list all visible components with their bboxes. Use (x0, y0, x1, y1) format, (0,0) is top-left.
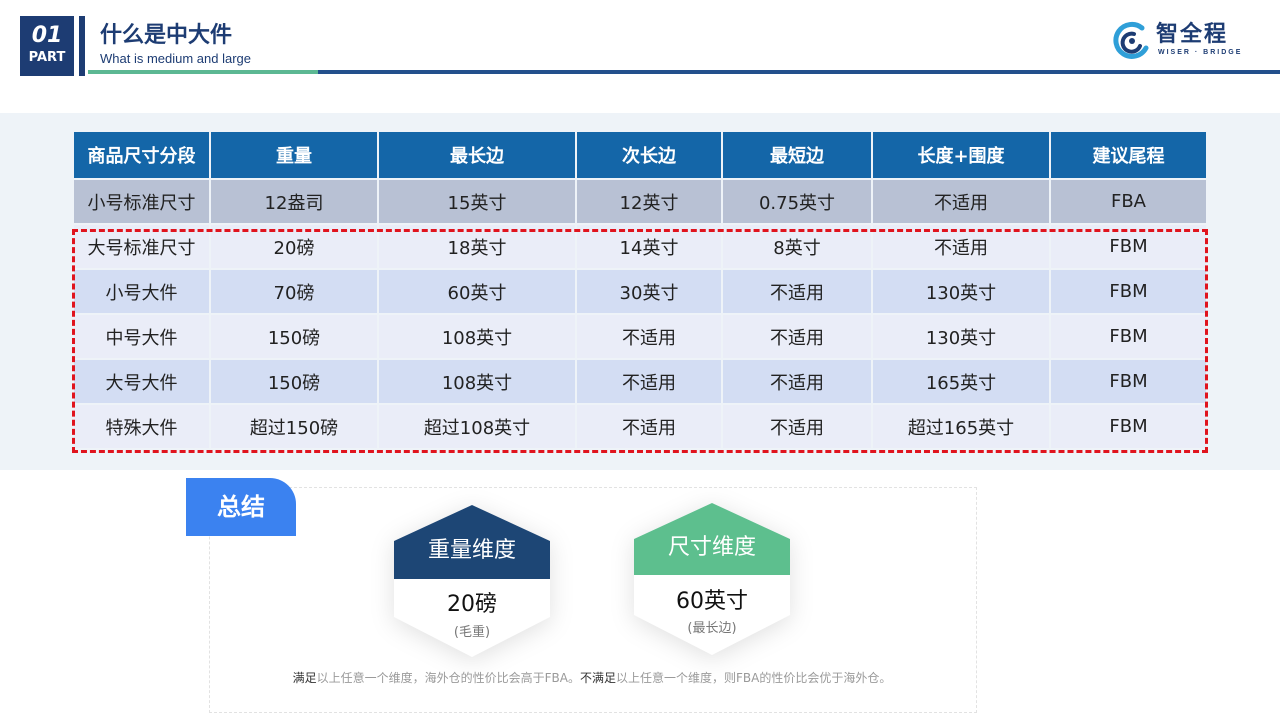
page-subtitle: What is medium and large (100, 51, 252, 66)
table-cell: 150磅 (211, 360, 377, 403)
table-row: 小号标准尺寸 12盎司 15英寸 12英寸 0.75英寸 不适用 FBA (74, 180, 1206, 223)
table-cell: 108英寸 (379, 315, 575, 358)
table-cell: 小号标准尺寸 (74, 180, 209, 223)
header-longest-side: 最长边 (379, 132, 575, 178)
table-cell: 中号大件 (74, 315, 209, 358)
part-number: 01 (31, 23, 63, 48)
table-cell: 不适用 (873, 180, 1049, 223)
table-cell: 大号标准尺寸 (74, 225, 209, 268)
table-cell: 超过108英寸 (379, 405, 575, 448)
table-cell: 14英寸 (577, 225, 721, 268)
table-cell: 108英寸 (379, 360, 575, 403)
table-row: 大号大件 150磅 108英寸 不适用 不适用 165英寸 FBM (74, 360, 1206, 403)
table-cell: 不适用 (577, 315, 721, 358)
logo-subtext: WISER · BRIDGE (1158, 49, 1243, 56)
logo-swirl-icon (1113, 21, 1149, 59)
header-last-mile: 建议尾程 (1051, 132, 1206, 178)
header-length-girth: 长度+围度 (873, 132, 1049, 178)
table-cell: FBM (1051, 315, 1206, 358)
table-cell: FBA (1051, 180, 1206, 223)
table-cell: FBM (1051, 360, 1206, 403)
header-divider-blue (318, 70, 1280, 74)
table-cell: 小号大件 (74, 270, 209, 313)
table-cell: FBM (1051, 225, 1206, 268)
footnote-keyword-satisfy: 满足 (292, 671, 317, 685)
table-cell: 不适用 (577, 405, 721, 448)
table-cell: 超过165英寸 (873, 405, 1049, 448)
header-weight: 重量 (211, 132, 377, 178)
size-dimension-note: (最长边) (687, 621, 737, 636)
weight-dimension-note: (毛重) (453, 625, 491, 640)
table-cell: 20磅 (211, 225, 377, 268)
table-row: 大号标准尺寸 20磅 18英寸 14英寸 8英寸 不适用 FBM (74, 225, 1206, 268)
table-cell: FBM (1051, 270, 1206, 313)
logo-text: 智全程 (1156, 22, 1229, 47)
weight-dimension-hexagon: 重量维度 20磅 (毛重) (394, 505, 550, 657)
table-cell: 70磅 (211, 270, 377, 313)
table-cell: 超过150磅 (211, 405, 377, 448)
weight-dimension-value: 20磅 (447, 592, 497, 617)
header-shortest-side: 最短边 (723, 132, 871, 178)
table-header-row: 商品尺寸分段 重量 最长边 次长边 最短边 长度+围度 建议尾程 (74, 132, 1206, 178)
table-row: 特殊大件 超过150磅 超过108英寸 不适用 不适用 超过165英寸 FBM (74, 405, 1206, 448)
table-cell: 12盎司 (211, 180, 377, 223)
footnote-keyword-not-satisfy: 不满足 (580, 671, 617, 685)
table-cell: 15英寸 (379, 180, 575, 223)
header-accent-bar (79, 16, 85, 76)
table-cell: 60英寸 (379, 270, 575, 313)
table-cell: 18英寸 (379, 225, 575, 268)
table-cell: 30英寸 (577, 270, 721, 313)
table-cell: 不适用 (723, 270, 871, 313)
size-dimension-title: 尺寸维度 (667, 535, 756, 560)
table-row: 小号大件 70磅 60英寸 30英寸 不适用 130英寸 FBM (74, 270, 1206, 313)
table-cell: 8英寸 (723, 225, 871, 268)
part-label: PART (28, 50, 66, 65)
table-cell: 特殊大件 (74, 405, 209, 448)
table-cell: 130英寸 (873, 315, 1049, 358)
table-cell: FBM (1051, 405, 1206, 448)
table-cell: 大号大件 (74, 360, 209, 403)
table-cell: 150磅 (211, 315, 377, 358)
header-size-tier: 商品尺寸分段 (74, 132, 209, 178)
company-logo: 智全程 WISER · BRIDGE (1112, 20, 1252, 64)
part-badge: 01 PART (20, 16, 74, 76)
footnote-text-2: 以上任意一个维度，则FBA的性价比会优于海外仓。 (616, 671, 892, 685)
table-cell: 不适用 (873, 225, 1049, 268)
summary-tag: 总结 (186, 478, 296, 536)
table-cell: 不适用 (723, 405, 871, 448)
header-divider-green (88, 70, 318, 74)
footnote-text-1: 以上任意一个维度，海外仓的性价比会高于FBA。 (316, 671, 580, 685)
table-cell: 不适用 (723, 315, 871, 358)
size-tier-table: 商品尺寸分段 重量 最长边 次长边 最短边 长度+围度 建议尾程 小号标准尺寸 … (72, 130, 1208, 450)
table-cell: 0.75英寸 (723, 180, 871, 223)
table-row: 中号大件 150磅 108英寸 不适用 不适用 130英寸 FBM (74, 315, 1206, 358)
size-dimension-value: 60英寸 (676, 589, 748, 614)
weight-dimension-title: 重量维度 (427, 538, 516, 563)
table-cell: 不适用 (577, 360, 721, 403)
header-median-side: 次长边 (577, 132, 721, 178)
table-cell: 不适用 (723, 360, 871, 403)
size-dimension-hexagon: 尺寸维度 60英寸 (最长边) (634, 503, 790, 655)
page-title: 什么是中大件 (100, 23, 233, 48)
table-cell: 165英寸 (873, 360, 1049, 403)
table-cell: 130英寸 (873, 270, 1049, 313)
table-cell: 12英寸 (577, 180, 721, 223)
summary-footnote: 满足以上任意一个维度，海外仓的性价比会高于FBA。不满足以上任意一个维度，则FB… (209, 669, 975, 687)
